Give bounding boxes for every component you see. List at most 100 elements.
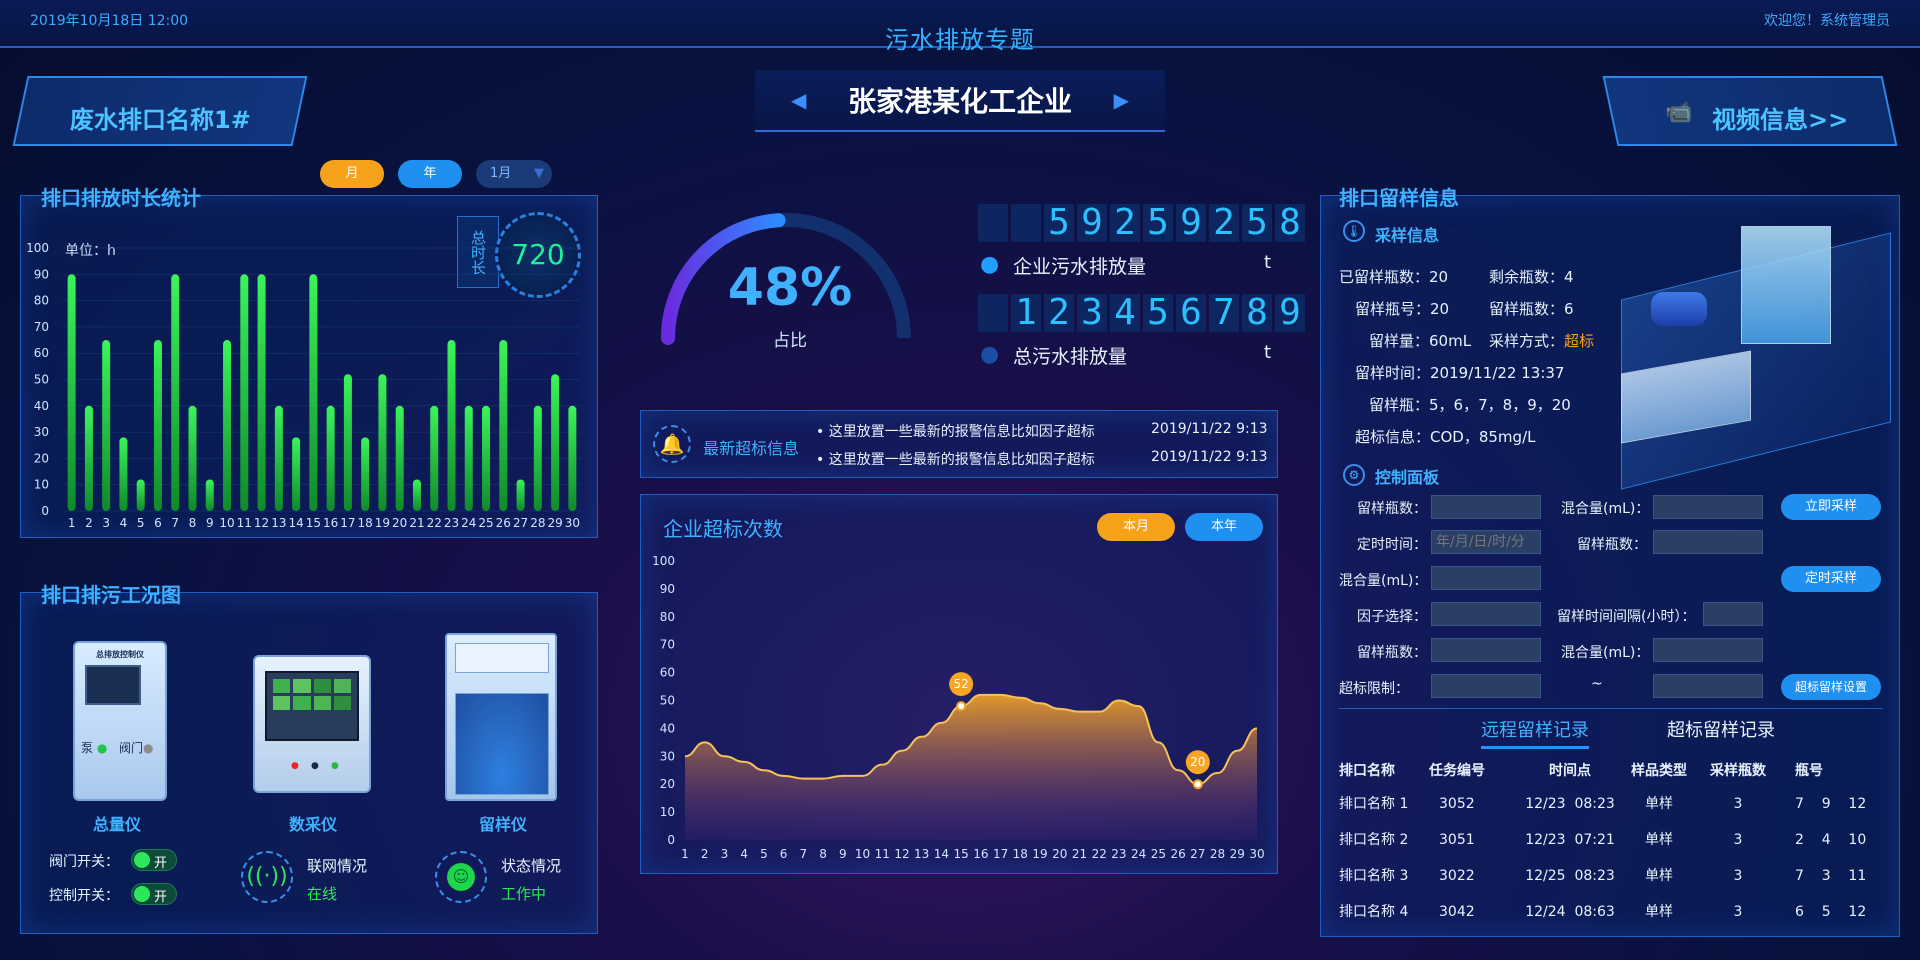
month-filter-button[interactable]: 月 [320, 160, 384, 188]
tab-remote-records[interactable]: 远程留样记录 [1481, 716, 1589, 749]
y-tick-label: 80 [34, 294, 49, 308]
y-tick-label: 30 [660, 749, 675, 763]
x-tick-label: 18 [1013, 847, 1028, 861]
next-company-arrow-icon[interactable]: ▶ [1114, 88, 1129, 112]
control-switch-knob [134, 886, 150, 902]
video-info-link[interactable]: 视频信息>> [1712, 100, 1848, 135]
mix-input[interactable] [1653, 495, 1763, 519]
table-row[interactable]: 排口名称 3 3022 12/25 08:23 单样 3 7 3 11 [1339, 858, 1889, 894]
x-tick-label: 19 [375, 516, 390, 530]
bar [102, 340, 111, 511]
data-label: 52 [953, 677, 968, 691]
sampler-tank [455, 693, 549, 795]
sampler-name: 留样仪 [479, 815, 528, 834]
y-tick-label: 60 [660, 666, 675, 680]
table-row[interactable]: 排口名称 1 3052 12/23 08:23 单样 3 7 9 12 [1339, 786, 1889, 822]
bar [240, 274, 249, 511]
table-cell: 排口名称 1 [1339, 796, 1409, 812]
table-row[interactable]: 排口名称 4 3042 12/24 08:63 单样 3 6 5 12 [1339, 894, 1889, 930]
x-tick-label: 12 [894, 847, 909, 861]
month-select[interactable]: 1月 ▼ [476, 160, 552, 188]
alert-item[interactable]: • 这里放置一些最新的报警信息比如因子超标 [816, 421, 1095, 441]
outlet-name[interactable]: 废水排口名称1# [70, 100, 251, 135]
x-tick-label: 1 [68, 516, 76, 530]
counter-digit: 5 [1044, 204, 1074, 242]
x-tick-label: 6 [780, 847, 788, 861]
y-tick-label: 50 [660, 694, 675, 708]
bottles-input-2[interactable] [1653, 530, 1763, 554]
counter-digit: 1 [1011, 294, 1041, 332]
limit-max-input[interactable] [1653, 674, 1763, 698]
x-tick-label: 20 [1052, 847, 1067, 861]
bar [205, 479, 214, 511]
pump-3d [1651, 292, 1707, 326]
factor-select[interactable] [1431, 602, 1541, 626]
year-filter-button[interactable]: 年 [398, 160, 462, 188]
info-field: 超标信息：COD，85mg/L [1355, 428, 1536, 446]
bar [482, 405, 491, 511]
y-tick-label: 70 [660, 638, 675, 652]
mix-input-3[interactable] [1653, 638, 1763, 662]
bell-icon: 🔔 [653, 425, 691, 463]
x-tick-label: 2 [85, 516, 93, 530]
table-cell: 3052 [1439, 796, 1475, 812]
y-tick-label: 50 [34, 373, 49, 387]
gauge-caption: 占比 [773, 331, 807, 351]
x-tick-label: 12 [254, 516, 269, 530]
bar [499, 340, 508, 511]
company-discharge-unit: t [1264, 252, 1272, 273]
control-switch-toggle[interactable]: 开 [131, 883, 177, 905]
info-field: 采样方式：超标 [1489, 332, 1595, 350]
col-header: 瓶号 [1795, 763, 1823, 779]
y-tick-label: 40 [34, 399, 49, 413]
y-tick-label: 0 [667, 833, 675, 847]
x-tick-label: 26 [1170, 847, 1185, 861]
col-header: 时间点 [1549, 763, 1591, 779]
pump-indicator: 泵 ● [81, 739, 107, 756]
mix-label-3: 混合量(mL)： [1561, 645, 1650, 661]
limit-min-input[interactable] [1431, 674, 1541, 698]
month-select-value: 1月 [490, 166, 512, 181]
valve-switch-state: 开 [154, 856, 168, 871]
collector-led-dark-icon: ● [311, 761, 319, 771]
mix-input-2[interactable] [1431, 566, 1541, 590]
x-tick-label: 4 [740, 847, 748, 861]
bottles-input-3[interactable] [1431, 638, 1541, 662]
timed-sample-button[interactable]: 定时采样 [1781, 566, 1881, 592]
table-cell: 12/25 08:23 [1525, 868, 1615, 884]
y-tick-label: 0 [41, 504, 49, 518]
table-row[interactable]: 排口名称 2 3051 12/23 07:21 单样 3 2 4 10 [1339, 822, 1889, 858]
alert-item[interactable]: • 这里放置一些最新的报警信息比如因子超标 [816, 449, 1095, 469]
x-tick-label: 20 [392, 516, 407, 530]
robot-status-icon: ☺ [435, 851, 487, 903]
area-fill [685, 694, 1257, 840]
x-tick-label: 1 [681, 847, 689, 861]
tab-exceed-records[interactable]: 超标留样记录 [1667, 716, 1775, 742]
info-field: 留样瓶数：6 [1489, 300, 1574, 318]
timing-input[interactable] [1431, 530, 1541, 554]
interval-input[interactable] [1703, 602, 1763, 626]
y-tick-label: 100 [26, 241, 49, 255]
welcome-user[interactable]: 欢迎您！系统管理员 [1764, 10, 1890, 30]
x-tick-label: 14 [934, 847, 949, 861]
mix-label: 混合量(mL)： [1561, 501, 1650, 517]
y-tick-label: 60 [34, 346, 49, 360]
exceed-sample-settings-button[interactable]: 超标留样设置 [1781, 674, 1881, 700]
range-tilde: ~ [1591, 676, 1603, 692]
sample-now-button[interactable]: 立即采样 [1781, 494, 1881, 520]
x-tick-label: 15 [953, 847, 968, 861]
table-cell: 6 5 12 [1795, 904, 1867, 920]
sample-panel: 排口留样信息 🌡 采样信息 已留样瓶数：20 剩余瓶数：4 留样瓶号：20 留样… [1320, 186, 1900, 937]
counter-digit: 6 [1176, 294, 1206, 332]
sampler-tank-3d [1741, 226, 1831, 344]
valve-switch-toggle[interactable]: 开 [131, 849, 177, 871]
control-switch-state: 开 [154, 890, 168, 905]
interval-label: 留样时间间隔(小时）： [1557, 609, 1696, 625]
x-tick-label: 22 [427, 516, 442, 530]
sampler-device [445, 633, 557, 801]
bottles-input[interactable] [1431, 495, 1541, 519]
factor-label: 因子选择： [1357, 609, 1427, 625]
info-field: 已留样瓶数：20 [1339, 268, 1449, 286]
x-tick-label: 24 [461, 516, 476, 530]
data-collector-name: 数采仪 [289, 815, 338, 834]
